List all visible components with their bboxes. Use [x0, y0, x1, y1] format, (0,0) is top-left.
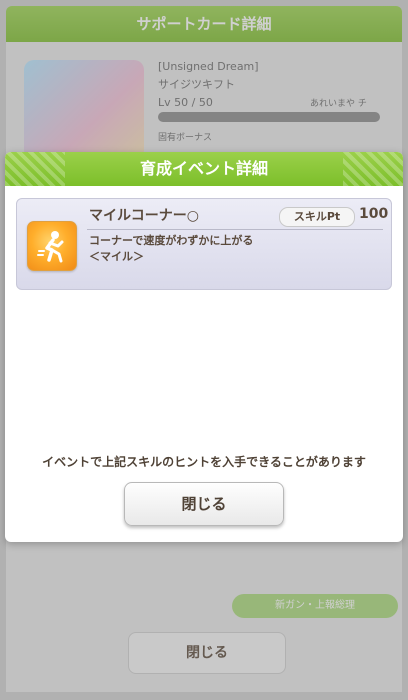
- skill-card[interactable]: マイルコーナー○ スキルPt 100 コーナーで速度がわずかに上がる ＜マイル＞: [16, 198, 392, 290]
- skill-description-line2: ＜マイル＞: [89, 250, 144, 263]
- close-button[interactable]: 閉じる: [124, 482, 284, 526]
- running-figure-icon: [27, 221, 77, 271]
- skill-name: マイルコーナー○: [89, 208, 199, 224]
- skill-pt-badge: スキルPt: [279, 207, 355, 227]
- event-notice-text: イベントで上記スキルのヒントを入手できることがあります: [42, 455, 366, 469]
- header-stripe-right: [343, 152, 403, 186]
- header-stripe-left: [5, 152, 65, 186]
- skill-pt-value: 100: [359, 206, 389, 222]
- dialog-header: 育成イベント詳細: [5, 152, 403, 186]
- skill-divider: [87, 229, 383, 230]
- skill-description-line1: コーナーで速度がわずかに上がる: [89, 234, 254, 247]
- training-event-dialog: 育成イベント詳細 マイルコーナー○ スキルPt 100 コーナーで速度がわずかに…: [5, 152, 403, 542]
- skill-description: コーナーで速度がわずかに上がる ＜マイル＞: [89, 233, 253, 265]
- dialog-title: 育成イベント詳細: [139, 159, 268, 178]
